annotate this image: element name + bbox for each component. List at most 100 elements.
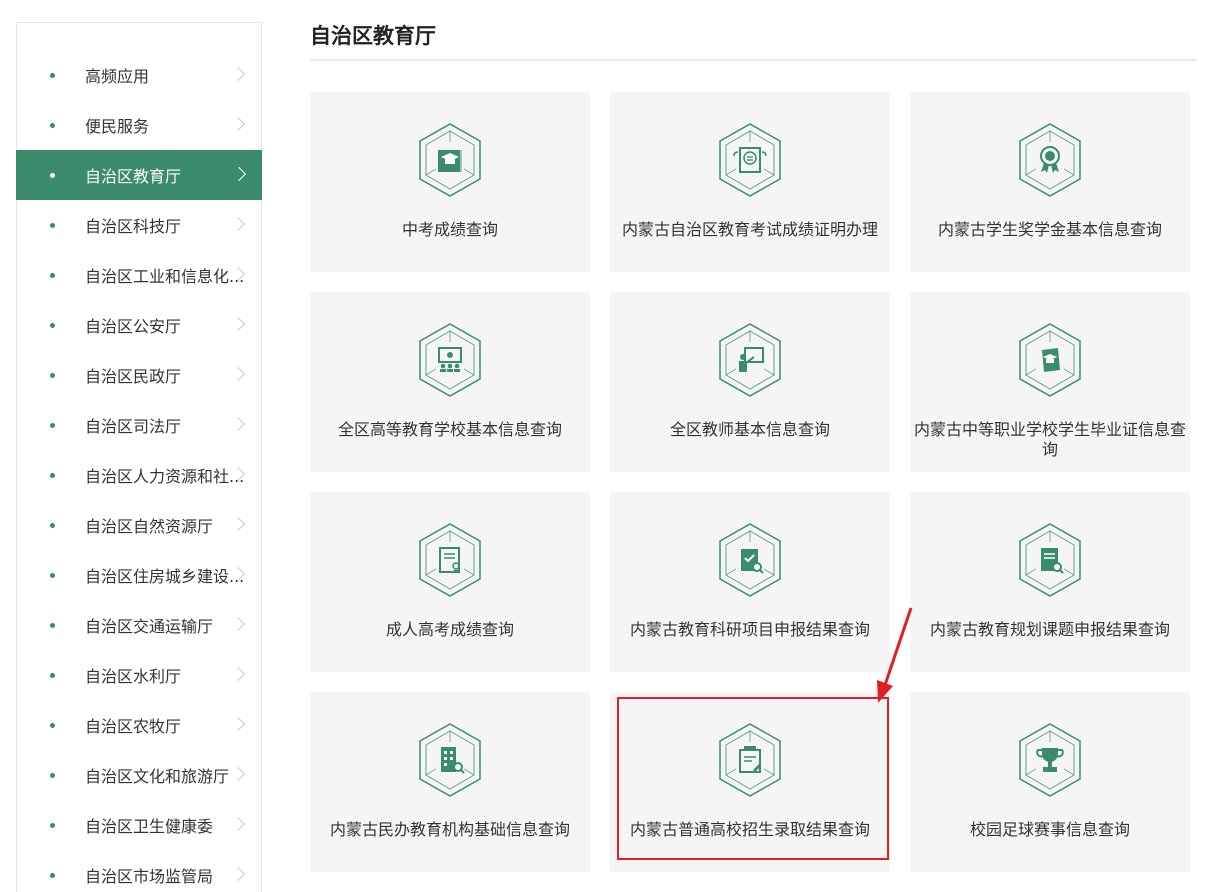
sidebar-item-label: 自治区农牧厅 <box>85 717 182 736</box>
bullet-dot-icon <box>50 223 55 228</box>
service-card-title: 内蒙古学生奖学金基本信息查询 <box>937 220 1162 239</box>
service-card-title: 内蒙古教育规划课题申报结果查询 <box>929 620 1170 639</box>
sidebar-item-label: 自治区民政厅 <box>85 367 182 386</box>
bullet-dot-icon <box>50 673 55 678</box>
chevron-right-icon <box>230 766 246 782</box>
service-card-title: 全区教师基本信息查询 <box>669 420 830 439</box>
service-card-title: 内蒙古自治区教育考试成绩证明办理 <box>621 220 878 239</box>
sidebar-item[interactable]: 自治区农牧厅 <box>17 700 261 750</box>
service-card[interactable]: 内蒙古教育规划课题申报结果查询 <box>910 492 1190 672</box>
sidebar-item[interactable]: 自治区交通运输厅 <box>17 600 261 650</box>
certificate-icon <box>716 122 784 198</box>
sidebar-item-label: 自治区文化和旅游厅 <box>85 767 230 786</box>
service-card[interactable]: 全区教师基本信息查询 <box>610 292 890 472</box>
service-card[interactable]: 内蒙古学生奖学金基本信息查询 <box>910 92 1190 272</box>
chevron-right-icon <box>231 166 247 182</box>
bullet-dot-icon <box>50 173 55 178</box>
service-card[interactable]: 中考成绩查询 <box>310 92 590 272</box>
sidebar-item[interactable]: 自治区教育厅 <box>16 150 262 200</box>
trophy-icon <box>1016 722 1084 798</box>
service-card-title: 成人高考成绩查询 <box>385 620 514 639</box>
service-card[interactable]: 全区高等教育学校基本信息查询 <box>310 292 590 472</box>
service-card[interactable]: 内蒙古教育科研项目申报结果查询 <box>610 492 890 672</box>
sidebar-item-label: 自治区科技厅 <box>85 217 182 236</box>
service-card-title: 内蒙古教育科研项目申报结果查询 <box>629 620 870 639</box>
sidebar-item-label: 自治区人力资源和社... <box>85 467 245 486</box>
sidebar-item[interactable]: 便民服务 <box>17 100 261 150</box>
sidebar-item[interactable]: 自治区市场监管局 <box>17 850 261 892</box>
bullet-dot-icon <box>50 623 55 628</box>
sidebar-item-label: 自治区公安厅 <box>85 317 182 336</box>
sidebar-item[interactable]: 自治区公安厅 <box>17 300 261 350</box>
sidebar-item[interactable]: 自治区自然资源厅 <box>17 500 261 550</box>
service-card[interactable]: 内蒙古普通高校招生录取结果查询 <box>610 692 890 872</box>
chevron-right-icon <box>230 316 246 332</box>
sidebar-item[interactable]: 高频应用 <box>17 50 261 100</box>
chevron-right-icon <box>230 666 246 682</box>
service-card[interactable]: 校园足球赛事信息查询 <box>910 692 1190 872</box>
service-grid-area: 中考成绩查询 内蒙古自治区教育考试成绩证明办理 内蒙古学生奖学金基本信息查询 全… <box>310 0 1196 892</box>
document-search-icon <box>1016 522 1084 598</box>
sidebar-item-label: 自治区交通运输厅 <box>85 617 214 636</box>
graduation-book-icon <box>416 122 484 198</box>
bullet-dot-icon <box>50 73 55 78</box>
bullet-dot-icon <box>50 323 55 328</box>
service-grid: 中考成绩查询 内蒙古自治区教育考试成绩证明办理 内蒙古学生奖学金基本信息查询 全… <box>310 92 1194 872</box>
service-card-title: 中考成绩查询 <box>401 220 498 239</box>
bullet-dot-icon <box>50 873 55 878</box>
sidebar-item-label: 高频应用 <box>85 67 150 86</box>
bullet-dot-icon <box>50 773 55 778</box>
bullet-dot-icon <box>50 723 55 728</box>
chevron-right-icon <box>230 716 246 732</box>
bullet-dot-icon <box>50 823 55 828</box>
sidebar-item[interactable]: 自治区水利厅 <box>17 650 261 700</box>
sidebar-item[interactable]: 自治区卫生健康委 <box>17 800 261 850</box>
service-card-title: 内蒙古中等职业学校学生毕业证信息查询 <box>914 420 1187 459</box>
service-card-title: 内蒙古普通高校招生录取结果查询 <box>629 820 870 839</box>
chevron-right-icon <box>230 816 246 832</box>
classroom-icon <box>416 322 484 398</box>
sidebar-item-label: 自治区卫生健康委 <box>85 817 214 836</box>
teacher-icon <box>716 322 784 398</box>
chevron-right-icon <box>230 366 246 382</box>
sidebar-item[interactable]: 自治区科技厅 <box>17 200 261 250</box>
bullet-dot-icon <box>50 373 55 378</box>
service-card-title: 校园足球赛事信息查询 <box>969 820 1130 839</box>
bullet-dot-icon <box>50 473 55 478</box>
service-card[interactable]: 内蒙古民办教育机构基础信息查询 <box>310 692 590 872</box>
bullet-dot-icon <box>50 123 55 128</box>
chevron-right-icon <box>230 516 246 532</box>
sidebar-item[interactable]: 自治区住房城乡建设... <box>17 550 261 600</box>
exam-paper-icon <box>416 522 484 598</box>
chevron-right-icon <box>230 66 246 82</box>
chevron-right-icon <box>230 116 246 132</box>
sidebar-item-label: 自治区住房城乡建设... <box>85 567 245 586</box>
chevron-right-icon <box>230 416 246 432</box>
sidebar-item[interactable]: 自治区司法厅 <box>17 400 261 450</box>
bullet-dot-icon <box>50 573 55 578</box>
service-card-title: 内蒙古民办教育机构基础信息查询 <box>329 820 570 839</box>
sidebar-nav: 高频应用 便民服务 自治区教育厅 自治区科技厅 自治区工业和信息化... 自治区公安厅 自治… <box>16 22 262 892</box>
sidebar-item-label: 自治区司法厅 <box>85 417 182 436</box>
sidebar-item[interactable]: 自治区文化和旅游厅 <box>17 750 261 800</box>
service-card[interactable]: 成人高考成绩查询 <box>310 492 590 672</box>
diploma-icon <box>1016 322 1084 398</box>
chevron-right-icon <box>230 616 246 632</box>
chevron-right-icon <box>230 216 246 232</box>
sidebar-item[interactable]: 自治区人力资源和社... <box>17 450 261 500</box>
sidebar-item-label: 便民服务 <box>85 117 150 136</box>
sidebar-item[interactable]: 自治区工业和信息化... <box>17 250 261 300</box>
sidebar-item-label: 自治区市场监管局 <box>85 867 214 886</box>
building-search-icon <box>416 722 484 798</box>
research-search-icon <box>716 522 784 598</box>
sidebar-item[interactable]: 自治区民政厅 <box>17 350 261 400</box>
sidebar-item-label: 自治区工业和信息化... <box>85 267 245 286</box>
service-card[interactable]: 内蒙古中等职业学校学生毕业证信息查询 <box>910 292 1190 472</box>
bullet-dot-icon <box>50 273 55 278</box>
medal-icon <box>1016 122 1084 198</box>
service-card[interactable]: 内蒙古自治区教育考试成绩证明办理 <box>610 92 890 272</box>
bullet-dot-icon <box>50 523 55 528</box>
chevron-right-icon <box>230 866 246 882</box>
admission-icon <box>716 722 784 798</box>
service-card-title: 全区高等教育学校基本信息查询 <box>337 420 562 439</box>
